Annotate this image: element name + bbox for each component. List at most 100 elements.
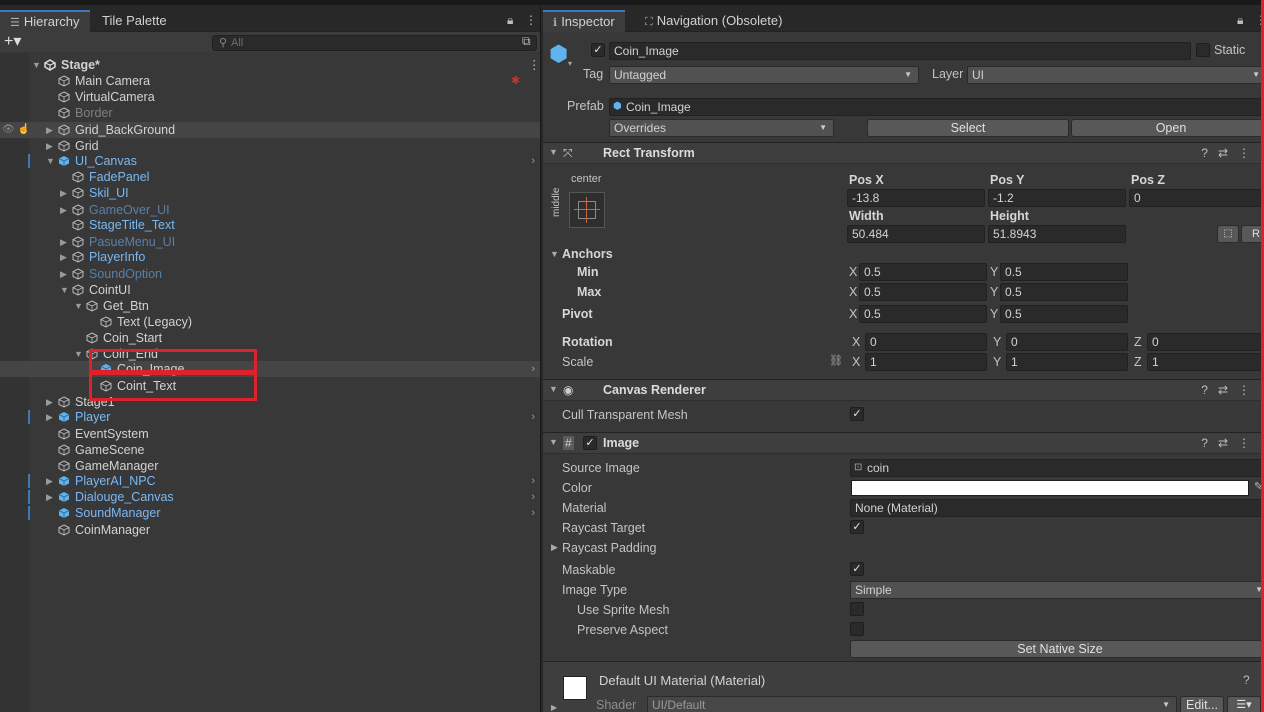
collapsed-arrow-icon[interactable]: ▶	[60, 234, 67, 250]
image-enabled-checkbox[interactable]: ✓	[583, 436, 597, 450]
cull-transparent-checkbox[interactable]: ✓	[850, 407, 864, 421]
chevron-right-icon[interactable]: ›	[531, 409, 535, 425]
anchors-arrow-icon[interactable]: ▼	[550, 249, 559, 259]
hierarchy-row[interactable]: ▶ Skil_UI	[0, 185, 540, 201]
inspector-lock-icon[interactable]: 🔒︎	[1237, 13, 1243, 28]
pivot-y-field[interactable]: 0.5	[1000, 305, 1128, 323]
hierarchy-row[interactable]: ▶ Stage1	[0, 394, 540, 410]
hierarchy-row[interactable]: GameScene	[0, 442, 540, 458]
kebab-menu-icon[interactable]: ⋮	[525, 13, 537, 27]
hierarchy-row[interactable]: GameManager	[0, 458, 540, 474]
pos-z-field[interactable]: 0	[1129, 189, 1264, 207]
scene-menu-icon[interactable]: ⋮	[528, 57, 540, 73]
anchor-min-y-field[interactable]: 0.5	[1000, 263, 1128, 281]
tag-dropdown[interactable]: Untagged ▼	[609, 66, 919, 84]
anchor-max-x-field[interactable]: 0.5	[859, 283, 987, 301]
expand-arrow-icon[interactable]: ▶	[551, 703, 557, 712]
hierarchy-row[interactable]: ▶ GameOver_UI	[0, 202, 540, 218]
collapsed-arrow-icon[interactable]: ▶	[46, 409, 53, 425]
component-actions-icons[interactable]: ?⇄⋮	[1201, 383, 1260, 397]
image-type-dropdown[interactable]: Simple ▼	[850, 581, 1264, 599]
collapsed-arrow-icon[interactable]: ▶	[46, 489, 53, 505]
expanded-arrow-icon[interactable]: ▼	[74, 346, 83, 362]
shader-options-button[interactable]: ☰▾	[1227, 696, 1261, 712]
icon-dropdown-icon[interactable]: ▾	[568, 59, 572, 68]
hierarchy-row[interactable]: Coint_Text	[0, 378, 540, 394]
rotation-z-field[interactable]: 0	[1147, 333, 1264, 351]
collapsed-arrow-icon[interactable]: ▶	[46, 473, 53, 489]
chevron-right-icon[interactable]: ›	[531, 153, 535, 169]
hierarchy-row[interactable]: ▶ PasueMenu_UI	[0, 234, 540, 250]
expanded-arrow-icon[interactable]: ▼	[32, 57, 41, 73]
object-name-field[interactable]: Coin_Image	[609, 42, 1191, 60]
link-scale-icon[interactable]: ⛓	[829, 354, 843, 367]
collapsed-arrow-icon[interactable]: ▶	[60, 202, 67, 218]
expand-arrow-icon[interactable]: ▶	[551, 542, 558, 553]
maskable-checkbox[interactable]: ✓	[850, 562, 864, 576]
collapsed-arrow-icon[interactable]: ▶	[46, 394, 53, 410]
canvas-renderer-header[interactable]: ▼ ◉ Canvas Renderer ?⇄⋮	[543, 379, 1264, 401]
hierarchy-row[interactable]: Border	[0, 105, 540, 121]
pos-y-field[interactable]: -1.2	[988, 189, 1126, 207]
rotation-x-field[interactable]: 0	[865, 333, 987, 351]
hierarchy-row[interactable]: ▶ Grid	[0, 138, 540, 154]
image-header[interactable]: ▼ # ✓ Image ?⇄⋮	[543, 432, 1264, 454]
collapsed-arrow-icon[interactable]: ▶	[46, 122, 53, 138]
hierarchy-row[interactable]: ▼ Stage* ⋮	[0, 57, 540, 73]
hierarchy-row[interactable]: StageTitle_Text	[0, 217, 540, 233]
search-input[interactable]: ⚲ All	[212, 35, 537, 51]
component-actions-icons[interactable]: ?⇄⋮	[1201, 436, 1260, 450]
color-swatch[interactable]	[851, 480, 1249, 496]
open-button[interactable]: Open	[1071, 119, 1264, 137]
help-icon[interactable]: ?	[1243, 673, 1250, 687]
lock-icon[interactable]: 🔒︎	[507, 13, 513, 28]
chevron-right-icon[interactable]: ›	[531, 505, 535, 521]
visibility-icon[interactable]: 👁 ☝	[2, 122, 30, 138]
expanded-arrow-icon[interactable]: ▼	[74, 298, 83, 314]
hierarchy-row[interactable]: VirtualCamera	[0, 89, 540, 105]
collapsed-arrow-icon[interactable]: ▶	[60, 185, 67, 201]
anchor-preset-button[interactable]	[569, 192, 605, 228]
hierarchy-row[interactable]: ▶ Dialouge_Canvas ›	[0, 489, 540, 505]
shader-dropdown[interactable]: UI/Default ▼	[647, 696, 1177, 712]
set-native-size-button[interactable]: Set Native Size	[850, 640, 1264, 658]
hierarchy-row[interactable]: Coin_Image ›	[0, 361, 540, 377]
hierarchy-row[interactable]: ▶ Player ›	[0, 409, 540, 425]
pos-x-field[interactable]: -13.8	[847, 189, 985, 207]
hierarchy-row[interactable]: CoinManager	[0, 522, 540, 538]
active-checkbox[interactable]: ✓	[591, 43, 605, 57]
hierarchy-row[interactable]: 👁 ☝ ▶ Grid_BackGround	[0, 122, 540, 138]
expanded-arrow-icon[interactable]: ▼	[46, 153, 55, 169]
hierarchy-row[interactable]: ▼ CointUI	[0, 282, 540, 298]
layer-dropdown[interactable]: UI ▼	[967, 66, 1264, 84]
tab-tile-palette[interactable]: Tile Palette	[92, 10, 177, 32]
anchor-min-x-field[interactable]: 0.5	[859, 263, 987, 281]
hierarchy-row[interactable]: SoundManager ›	[0, 505, 540, 521]
select-button[interactable]: Select	[867, 119, 1069, 137]
scene-filter-icon[interactable]: ⧉	[522, 34, 531, 49]
height-field[interactable]: 51.8943	[988, 225, 1126, 243]
tab-inspector[interactable]: ℹ Inspector	[543, 10, 625, 32]
hierarchy-row[interactable]: Main Camera ✱	[0, 73, 540, 89]
chevron-right-icon[interactable]: ›	[531, 489, 535, 505]
collapsed-arrow-icon[interactable]: ▶	[60, 249, 67, 265]
chevron-right-icon[interactable]: ›	[531, 361, 535, 377]
collapse-arrow-icon[interactable]: ▼	[549, 384, 558, 394]
hierarchy-row[interactable]: ▶ PlayerInfo	[0, 249, 540, 265]
collapsed-arrow-icon[interactable]: ▶	[46, 138, 53, 154]
scale-y-field[interactable]: 1	[1006, 353, 1128, 371]
source-image-field[interactable]: ⊡ coin	[850, 459, 1264, 477]
hierarchy-row[interactable]: Coin_Start	[0, 330, 540, 346]
anchor-max-y-field[interactable]: 0.5	[1000, 283, 1128, 301]
tab-navigation[interactable]: ⛶ Navigation (Obsolete)	[635, 10, 792, 32]
hierarchy-row[interactable]: ▶ PlayerAI_NPC ›	[0, 473, 540, 489]
width-field[interactable]: 50.484	[847, 225, 985, 243]
rotation-y-field[interactable]: 0	[1006, 333, 1128, 351]
collapse-arrow-icon[interactable]: ▼	[549, 437, 558, 447]
component-actions-icons[interactable]: ?⇄⋮	[1201, 146, 1260, 160]
hierarchy-row[interactable]: ▼ Coin_End	[0, 346, 540, 362]
hierarchy-row[interactable]: ▼ Get_Btn	[0, 298, 540, 314]
collapse-arrow-icon[interactable]: ▼	[549, 147, 558, 157]
pivot-x-field[interactable]: 0.5	[859, 305, 987, 323]
raycast-target-checkbox[interactable]: ✓	[850, 520, 864, 534]
